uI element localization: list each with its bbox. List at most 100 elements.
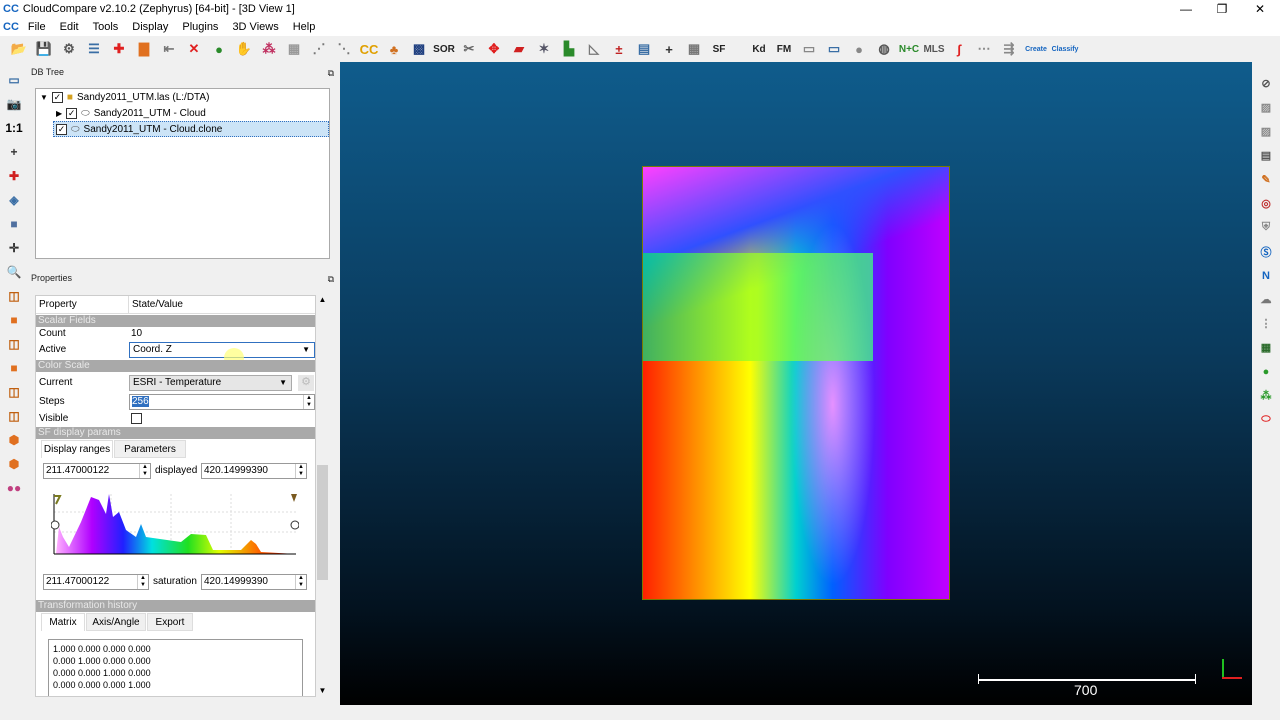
film-icon[interactable]: ▤ [1257, 146, 1275, 165]
center-icon[interactable]: + [4, 142, 24, 162]
tree-item-selected[interactable]: ✓ ⬭ Sandy2011_UTM - Cloud.clone [53, 121, 329, 137]
checkbox[interactable]: ✓ [56, 123, 67, 135]
view-bottom-icon[interactable]: ◫ [4, 406, 24, 426]
spin-arrows-icon[interactable]: ▲ ▼ [303, 395, 314, 409]
tab-axis-angle[interactable]: Axis/Angle [86, 613, 146, 631]
add-point-icon[interactable]: ✚ [108, 38, 130, 60]
maximize-button[interactable]: ❐ [1204, 0, 1240, 18]
menu-tools[interactable]: Tools [86, 21, 126, 33]
brush-icon[interactable]: ✎ [1257, 170, 1275, 189]
view-left-icon[interactable]: ◫ [4, 334, 24, 354]
active-sf-select[interactable]: Coord. Z ▼ [129, 342, 315, 358]
sphere-icon[interactable]: ● [848, 38, 870, 60]
display-max-input[interactable]: 420.14999390 ▲ ▼ [201, 463, 307, 479]
saturation-min-input[interactable]: 211.47000122 ▲ ▼ [43, 574, 149, 590]
zoom-icon[interactable]: 🔍 [4, 262, 24, 282]
camera-icon[interactable]: 📷 [4, 94, 24, 114]
spin-arrows-icon[interactable]: ▲ ▼ [295, 464, 306, 478]
delete-icon[interactable]: ✕ [183, 38, 205, 60]
north-icon[interactable]: N [1257, 266, 1275, 285]
merge-icon[interactable]: ● [208, 38, 230, 60]
transform-icon[interactable]: ✥ [483, 38, 505, 60]
checkbox[interactable]: ✓ [66, 107, 78, 119]
open-icon[interactable]: 📂 [8, 38, 30, 60]
menu-help[interactable]: Help [286, 21, 323, 33]
tree-item[interactable]: ▶ ✓ ⬭ Sandy2011_UTM - Cloud [56, 105, 206, 121]
menu-file[interactable]: File [21, 21, 53, 33]
card-icon[interactable]: ▭ [798, 38, 820, 60]
tree-item[interactable]: ▼ ✓ ■ Sandy2011_UTM.las (L:/DTA) [40, 89, 209, 105]
spin-arrows-icon[interactable]: ▲ ▼ [295, 575, 306, 589]
scissors-icon[interactable]: ✂ [458, 38, 480, 60]
iso-back-icon[interactable]: ⬢ [4, 454, 24, 474]
filter-icon[interactable]: ▤ [633, 38, 655, 60]
sf-button[interactable]: SF [708, 38, 730, 60]
min-marker-icon[interactable] [54, 495, 62, 505]
expand-icon[interactable]: ▼ [40, 93, 48, 102]
3d-view[interactable]: 700 [340, 62, 1252, 705]
color-scale-icon[interactable]: ▇ [133, 38, 155, 60]
canupo-create-button[interactable]: Create [1023, 38, 1049, 60]
m3c2-icon[interactable]: ⋮ [1257, 314, 1275, 333]
mls-button[interactable]: MLS [923, 38, 945, 60]
kd-button[interactable]: Kd [748, 38, 770, 60]
view-top-icon[interactable]: ◫ [4, 286, 24, 306]
settings-icon[interactable]: ⚙ [58, 38, 80, 60]
display-min-input[interactable]: 211.47000122 ▲ ▼ [43, 463, 151, 479]
edl-icon[interactable]: ▨ [1257, 122, 1275, 141]
saturation-max-input[interactable]: 420.14999390 ▲ ▼ [201, 574, 307, 590]
app-menu-icon[interactable]: CC [3, 21, 19, 33]
subsample-icon[interactable]: ⋰ [308, 38, 330, 60]
screen-icon[interactable]: ▭ [4, 70, 24, 90]
view-right-icon[interactable]: ◫ [4, 382, 24, 402]
sf-icon[interactable]: ♣ [383, 38, 405, 60]
rotate-icon[interactable]: ◈ [4, 190, 24, 210]
save-icon[interactable]: 💾 [33, 38, 55, 60]
shield-icon[interactable]: ⛨ [1257, 218, 1275, 237]
menu-plugins[interactable]: Plugins [175, 21, 225, 33]
minmax-icon[interactable]: ± [608, 38, 630, 60]
sample-icon[interactable]: ⁂ [258, 38, 280, 60]
float-icon[interactable]: ⧉ [328, 66, 334, 80]
matrix-text[interactable]: 1.000 0.000 0.000 0.000 0.000 1.000 0.00… [48, 639, 303, 696]
scroll-down-icon[interactable]: ▼ [316, 686, 329, 695]
plus-icon[interactable]: + [658, 38, 680, 60]
distance-icon[interactable]: ⋯ [973, 38, 995, 60]
scroll-up-icon[interactable]: ▲ [316, 295, 329, 304]
min-handle[interactable] [51, 520, 60, 530]
registration-icon[interactable]: ⇶ [998, 38, 1020, 60]
menu-3d-views[interactable]: 3D Views [225, 21, 285, 33]
segment-icon[interactable]: ✋ [233, 38, 255, 60]
path-icon[interactable]: ʃ [948, 38, 970, 60]
tab-display-ranges[interactable]: Display ranges [41, 440, 113, 458]
minimize-button[interactable]: — [1168, 0, 1204, 18]
iso-front-icon[interactable]: ⬢ [4, 430, 24, 450]
menu-edit[interactable]: Edit [53, 21, 86, 33]
ransac-icon[interactable]: ⁂ [1257, 386, 1275, 405]
align-icon[interactable]: ✶ [533, 38, 555, 60]
hpr-icon[interactable]: ☁ [1257, 290, 1275, 309]
expand-icon[interactable]: ▶ [56, 109, 62, 118]
globe-icon[interactable]: ◍ [873, 38, 895, 60]
box-icon[interactable]: ▰ [508, 38, 530, 60]
spin-arrows-icon[interactable]: ▲ ▼ [137, 575, 148, 589]
histogram-icon[interactable]: ▙ [558, 38, 580, 60]
fm-button[interactable]: FM [773, 38, 795, 60]
properties-scrollbar[interactable]: ▲ ▼ [316, 295, 329, 697]
scrollbar-thumb[interactable] [317, 465, 328, 580]
compass-icon[interactable]: ◎ [1257, 194, 1275, 213]
max-marker-icon[interactable] [291, 494, 297, 502]
stereo-icon[interactable]: ●● [4, 478, 24, 498]
menu-display[interactable]: Display [125, 21, 175, 33]
noise-icon[interactable]: ⋱ [333, 38, 355, 60]
monitor-icon[interactable]: ▭ [823, 38, 845, 60]
mesh-icon[interactable]: ▦ [283, 38, 305, 60]
tab-parameters[interactable]: Parameters [114, 440, 186, 458]
point-cloud[interactable] [642, 166, 950, 600]
list-icon[interactable]: ☰ [83, 38, 105, 60]
ellipse-icon[interactable]: ⬭ [1257, 410, 1275, 429]
canupo-classify-button[interactable]: Classify [1052, 38, 1079, 60]
pcv-icon[interactable]: ▦ [1257, 338, 1275, 357]
tab-export[interactable]: Export [147, 613, 193, 631]
no-entry-icon[interactable]: ⊘ [1257, 74, 1275, 93]
